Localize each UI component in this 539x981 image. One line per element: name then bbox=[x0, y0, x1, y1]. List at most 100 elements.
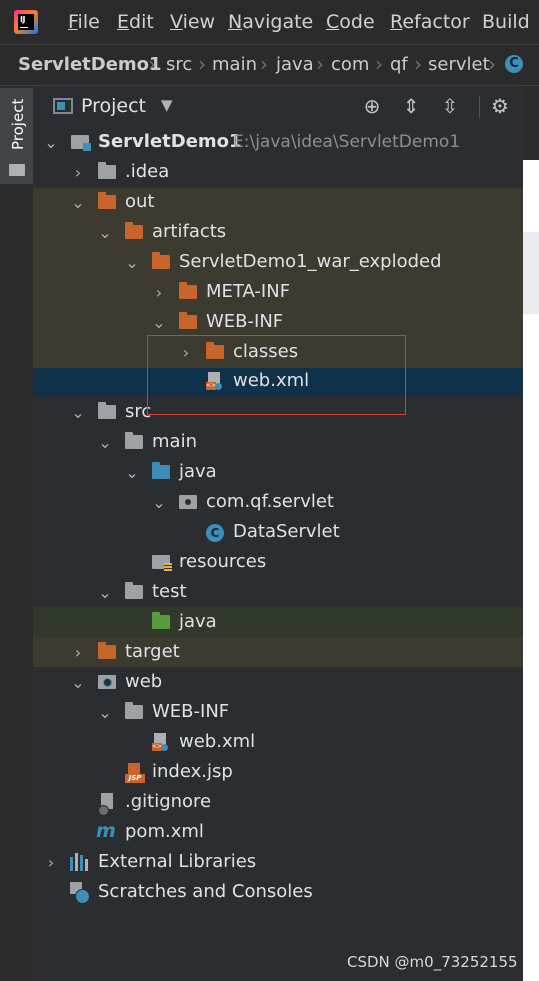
project-tool-tab-label: Project bbox=[9, 98, 27, 150]
excluded-folder-icon bbox=[206, 342, 224, 359]
chevron-down-icon[interactable]: ⌄ bbox=[151, 313, 167, 332]
tree-item-web-xml-out[interactable]: <> web.xml bbox=[33, 367, 523, 397]
tree-item-artifacts[interactable]: ⌄ artifacts bbox=[33, 218, 523, 248]
folder-icon bbox=[98, 162, 116, 179]
module-icon bbox=[71, 135, 91, 151]
tool-window-strip bbox=[0, 86, 34, 981]
breadcrumb-separator-icon: › bbox=[148, 52, 156, 76]
chevron-right-icon[interactable]: › bbox=[70, 643, 86, 662]
locate-icon[interactable]: ⊕ bbox=[359, 94, 385, 118]
tree-item-web-xml[interactable]: <> web.xml bbox=[33, 728, 523, 758]
tree-item-pom-xml[interactable]: m pom.xml bbox=[33, 818, 523, 848]
breadcrumb-item[interactable]: servlet bbox=[428, 54, 490, 75]
tree-item-gitignore[interactable]: .gitignore bbox=[33, 788, 523, 818]
chevron-down-icon[interactable]: ⌄ bbox=[151, 493, 167, 512]
breadcrumb-item[interactable]: qf bbox=[390, 54, 408, 75]
folder-icon bbox=[125, 582, 143, 599]
libraries-icon bbox=[70, 853, 90, 871]
tree-item-scratches[interactable]: Scratches and Consoles bbox=[33, 878, 523, 908]
tree-item-web-inf-out[interactable]: ⌄ WEB-INF bbox=[33, 308, 523, 338]
intellij-logo-icon: IJ bbox=[14, 10, 38, 34]
project-view-title[interactable]: Project bbox=[81, 95, 146, 117]
tree-item-war-exploded[interactable]: ⌄ ServletDemo1_war_exploded bbox=[33, 248, 523, 278]
menu-code[interactable]: Code bbox=[326, 11, 375, 33]
breadcrumb-item[interactable]: main bbox=[212, 54, 257, 75]
breadcrumb-item[interactable]: com bbox=[331, 54, 369, 75]
chevron-down-icon[interactable]: ⌄ bbox=[43, 133, 59, 152]
chevron-down-icon[interactable]: ⌄ bbox=[97, 223, 113, 242]
tree-item-resources[interactable]: resources bbox=[33, 548, 523, 578]
chevron-right-icon[interactable]: › bbox=[43, 853, 59, 872]
menu-build[interactable]: Build bbox=[482, 11, 530, 33]
tree-item-idea[interactable]: › .idea bbox=[33, 158, 523, 188]
tree-item-meta-inf[interactable]: › META-INF bbox=[33, 278, 523, 308]
tree-item-web-inf[interactable]: ⌄ WEB-INF bbox=[33, 698, 523, 728]
xml-file-icon: <> bbox=[206, 372, 222, 392]
tree-item-java-source[interactable]: ⌄ java bbox=[33, 458, 523, 488]
web-folder-icon bbox=[98, 675, 116, 689]
tree-item-target[interactable]: › target bbox=[33, 638, 523, 668]
chevron-down-icon[interactable]: ⌄ bbox=[97, 433, 113, 452]
menu-edit[interactable]: Edit bbox=[117, 11, 154, 33]
chevron-down-icon[interactable]: ⌄ bbox=[97, 703, 113, 722]
test-folder-icon bbox=[152, 612, 170, 629]
menu-navigate[interactable]: Navigate bbox=[228, 11, 313, 33]
source-folder-icon bbox=[152, 462, 170, 479]
class-icon[interactable]: C bbox=[505, 55, 523, 73]
chevron-right-icon[interactable]: › bbox=[70, 163, 86, 182]
project-view-icon bbox=[53, 98, 73, 114]
folder-icon bbox=[98, 402, 116, 419]
toolbar-divider bbox=[479, 96, 480, 118]
maven-icon: m bbox=[96, 820, 116, 842]
chevron-down-icon[interactable]: ▼ bbox=[161, 96, 173, 114]
watermark: CSDN @m0_73252155 bbox=[347, 953, 518, 971]
expand-all-icon[interactable]: ⇕ bbox=[398, 94, 424, 118]
breadcrumb-separator-icon: › bbox=[316, 52, 324, 76]
breadcrumb-item[interactable]: java bbox=[276, 54, 314, 75]
chevron-right-icon[interactable]: › bbox=[151, 283, 167, 302]
folder-icon bbox=[9, 164, 25, 176]
resources-folder-icon bbox=[152, 555, 172, 572]
chevron-down-icon[interactable]: ⌄ bbox=[97, 583, 113, 602]
tree-item-java-test[interactable]: java bbox=[33, 608, 523, 638]
breadcrumb-separator-icon: › bbox=[488, 52, 496, 76]
chevron-right-icon[interactable]: › bbox=[178, 343, 194, 362]
menu-refactor[interactable]: Refactor bbox=[390, 11, 470, 33]
tree-item-index-jsp[interactable]: JSP index.jsp bbox=[33, 758, 523, 788]
excluded-folder-icon bbox=[179, 312, 197, 329]
tree-item-external-libraries[interactable]: › External Libraries bbox=[33, 848, 523, 878]
gear-icon[interactable]: ⚙ bbox=[487, 94, 513, 118]
project-panel: Project ▼ ⊕ ⇕ ⇳ ⚙ ⌄ ServletDemo1 E:\java… bbox=[33, 86, 523, 981]
excluded-folder-icon bbox=[152, 252, 170, 269]
breadcrumb-separator-icon: › bbox=[414, 52, 422, 76]
tree-item-main[interactable]: ⌄ main bbox=[33, 428, 523, 458]
tree-item-project-root[interactable]: ⌄ ServletDemo1 E:\java\idea\ServletDemo1 bbox=[33, 128, 523, 158]
tree-item-src[interactable]: ⌄ src bbox=[33, 398, 523, 428]
excluded-folder-icon bbox=[98, 642, 116, 659]
breadcrumb-item[interactable]: src bbox=[166, 54, 192, 75]
chevron-down-icon[interactable]: ⌄ bbox=[70, 403, 86, 422]
tree-item-classes[interactable]: › classes bbox=[33, 338, 523, 368]
chevron-down-icon[interactable]: ⌄ bbox=[70, 673, 86, 692]
tree-item-test[interactable]: ⌄ test bbox=[33, 578, 523, 608]
breadcrumb-item[interactable]: ServletDemo1 bbox=[18, 54, 162, 75]
project-panel-header: Project ▼ ⊕ ⇕ ⇳ ⚙ bbox=[33, 86, 523, 128]
excluded-folder-icon bbox=[98, 192, 116, 209]
chevron-down-icon[interactable]: ⌄ bbox=[70, 193, 86, 212]
package-icon bbox=[179, 495, 197, 509]
menu-file[interactable]: File bbox=[68, 11, 100, 33]
collapse-all-icon[interactable]: ⇳ bbox=[437, 94, 463, 118]
breadcrumb-separator-icon: › bbox=[198, 52, 206, 76]
class-icon: C bbox=[206, 524, 224, 542]
tree-item-package[interactable]: ⌄ com.qf.servlet bbox=[33, 488, 523, 518]
breadcrumb-separator-icon: › bbox=[260, 52, 268, 76]
chevron-down-icon[interactable]: ⌄ bbox=[124, 253, 140, 272]
folder-icon bbox=[125, 432, 143, 449]
tree-item-dataservlet[interactable]: C DataServlet bbox=[33, 518, 523, 548]
ignore-file-icon bbox=[98, 793, 116, 816]
chevron-down-icon[interactable]: ⌄ bbox=[124, 463, 140, 482]
jsp-file-icon: JSP bbox=[125, 763, 145, 783]
tree-item-web[interactable]: ⌄ web bbox=[33, 668, 523, 698]
menu-view[interactable]: View bbox=[170, 11, 215, 33]
tree-item-out[interactable]: ⌄ out bbox=[33, 188, 523, 218]
